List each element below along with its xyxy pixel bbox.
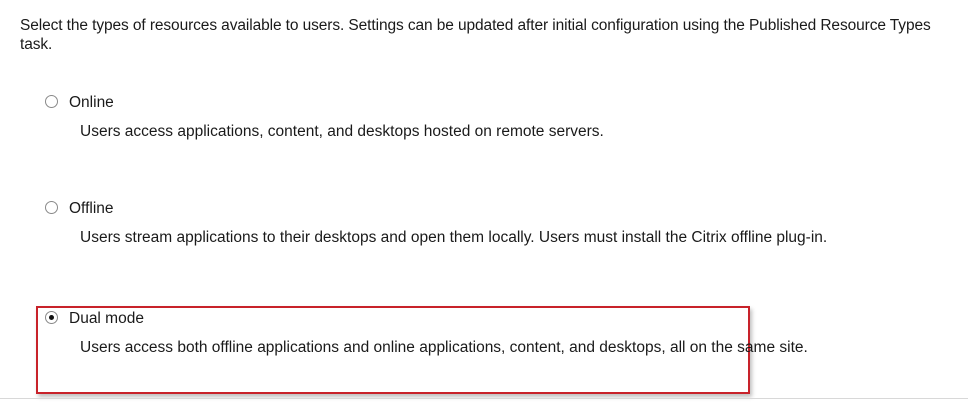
online-label[interactable]: Online [69,93,114,112]
bottom-divider [0,398,968,399]
online-description: Users access applications, content, and … [80,123,604,140]
dual-mode-radio[interactable] [45,311,58,324]
resource-types-panel: Select the types of resources available … [0,0,968,404]
dual-mode-description: Users access both offline applications a… [80,339,808,356]
intro-text: Select the types of resources available … [20,17,931,53]
dual-mode-label[interactable]: Dual mode [69,309,144,328]
offline-description: Users stream applications to their deskt… [80,229,828,246]
offline-radio[interactable] [45,201,58,214]
online-radio[interactable] [45,95,58,108]
offline-label[interactable]: Offline [69,199,114,218]
